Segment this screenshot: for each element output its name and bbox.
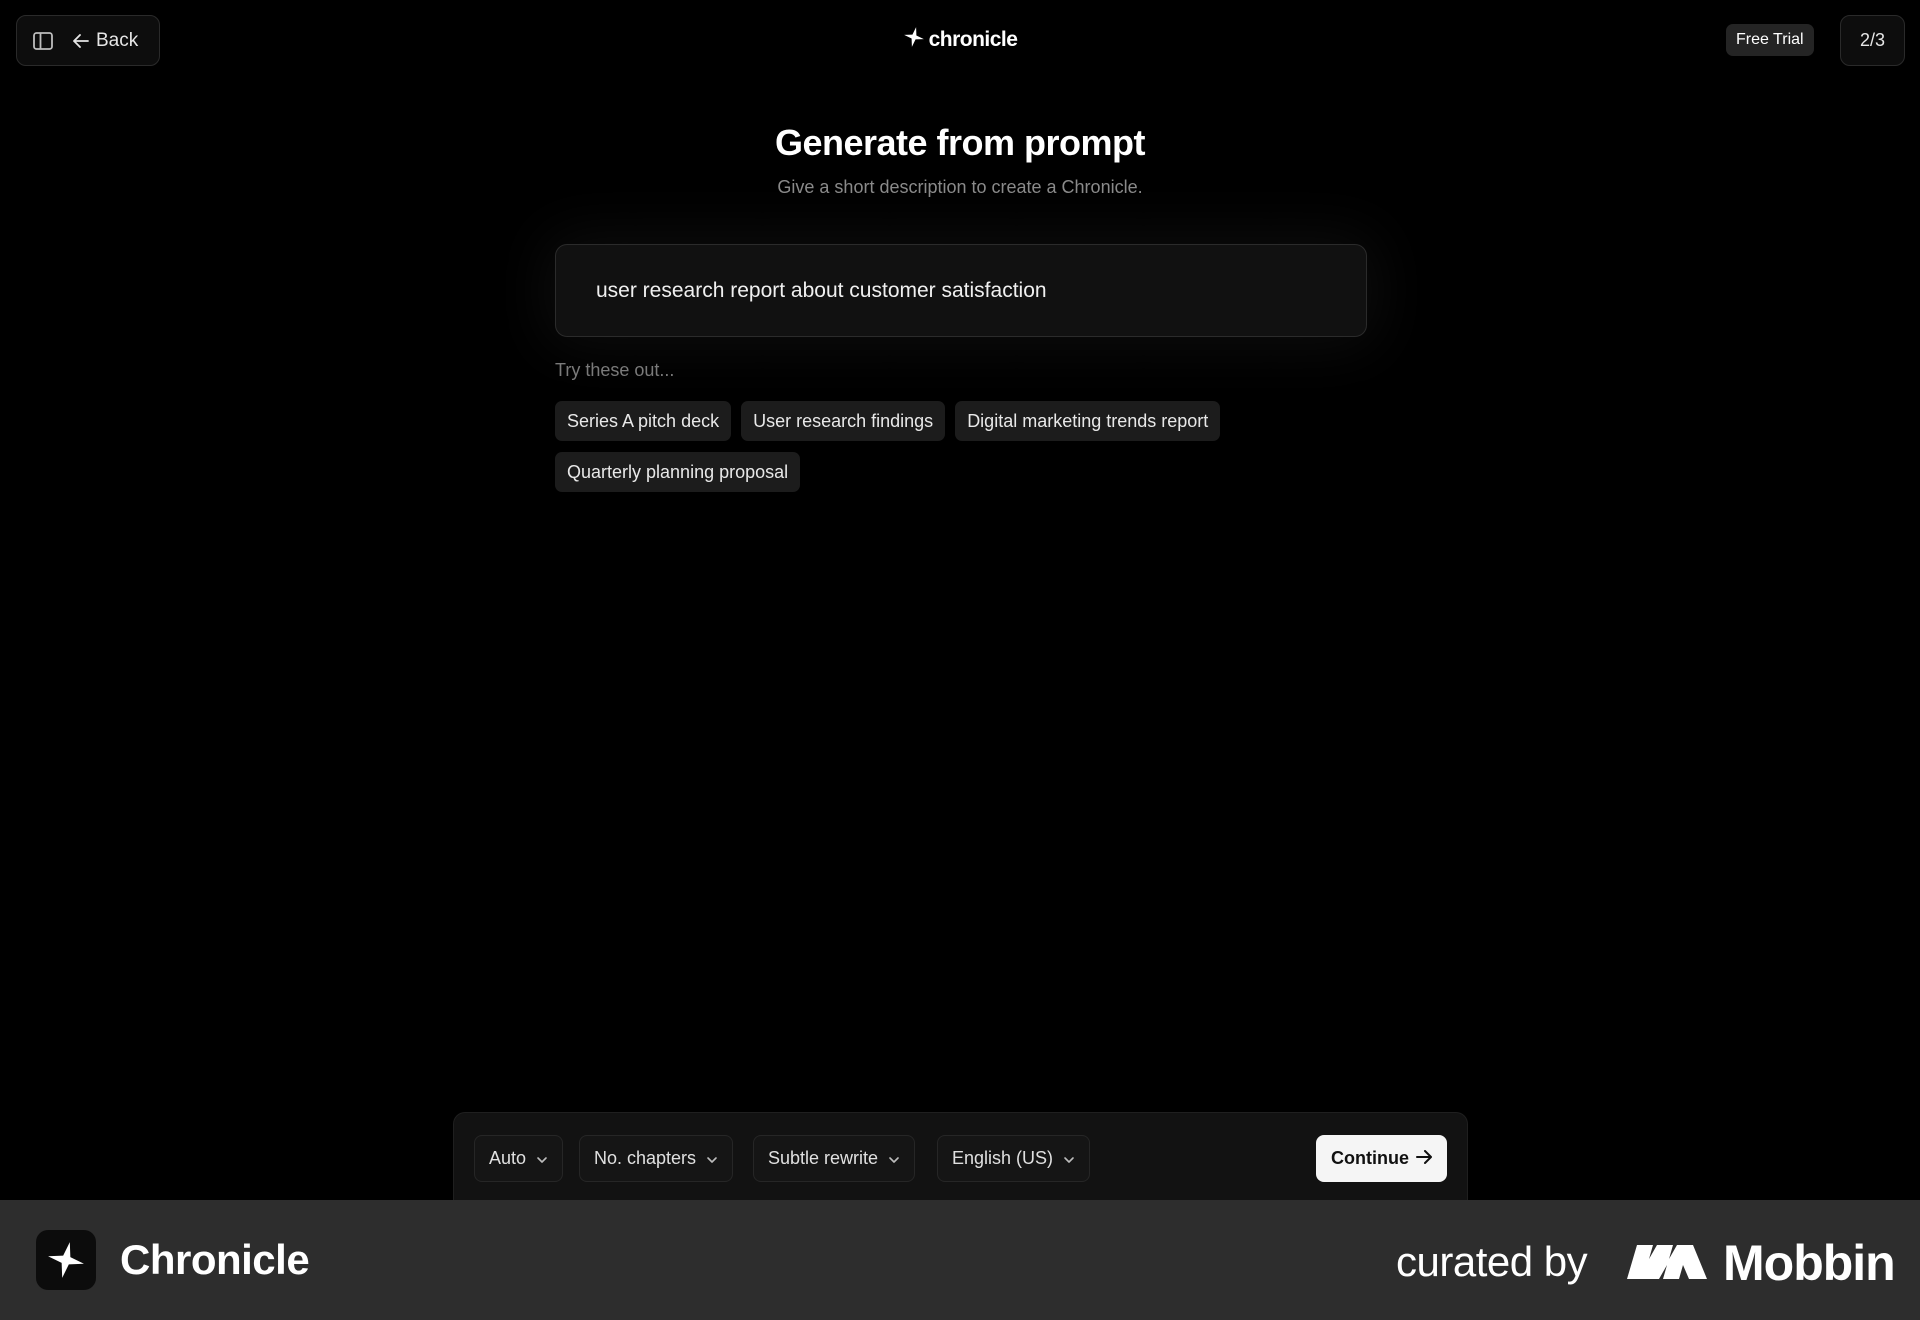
chapters-dropdown-label: No. chapters xyxy=(594,1148,697,1168)
chronicle-app-icon xyxy=(36,1230,96,1290)
suggestion-chip[interactable]: Quarterly planning proposal xyxy=(555,452,801,492)
language-dropdown[interactable]: English (US) xyxy=(937,1135,1091,1182)
mobbin-mark-icon xyxy=(1627,1241,1709,1286)
sparkle-icon xyxy=(903,26,925,54)
chevron-down-icon xyxy=(1063,1148,1075,1169)
continue-label: Continue xyxy=(1331,1148,1409,1168)
language-dropdown-label: English (US) xyxy=(952,1148,1054,1168)
back-label: Back xyxy=(96,29,139,51)
sidebar-toggle-icon[interactable] xyxy=(31,29,55,53)
arrow-left-icon xyxy=(73,33,89,48)
top-left-controls: Back xyxy=(16,15,160,66)
page-title: Generate from prompt xyxy=(774,122,1146,163)
curated-by-text: curated by xyxy=(1396,1238,1588,1285)
chapters-dropdown[interactable]: No. chapters xyxy=(579,1135,734,1182)
rewrite-dropdown[interactable]: Subtle rewrite xyxy=(753,1135,916,1182)
page-subtitle: Give a short description to create a Chr… xyxy=(777,177,1143,197)
chronicle-logo[interactable]: chronicle xyxy=(895,26,1025,54)
step-counter: 2/3 xyxy=(1840,15,1905,66)
mode-dropdown-label: Auto xyxy=(489,1148,527,1168)
suggestions-label: Try these out... xyxy=(555,360,675,380)
rewrite-dropdown-label: Subtle rewrite xyxy=(768,1148,879,1168)
chevron-down-icon xyxy=(706,1148,718,1169)
generation-options-bar: Auto No. chapters Subtle rewrite English… xyxy=(453,1112,1468,1200)
chevron-down-icon xyxy=(888,1148,900,1169)
suggestion-chip[interactable]: User research findings xyxy=(741,401,946,441)
mobbin-logo: Mobbin xyxy=(1627,1234,1896,1292)
suggestion-chip[interactable]: Digital marketing trends report xyxy=(955,401,1221,441)
suggestion-chips: Series A pitch deck User research findin… xyxy=(555,401,1315,492)
continue-button[interactable]: Continue xyxy=(1316,1135,1447,1182)
logo-text: chronicle xyxy=(928,28,1018,51)
chevron-down-icon xyxy=(536,1148,548,1169)
mobbin-name: Mobbin xyxy=(1723,1235,1896,1291)
free-trial-badge[interactable]: Free Trial xyxy=(1726,24,1814,56)
footer-banner: Chronicle curated by Mobbin xyxy=(0,1200,1920,1320)
footer-app-name: Chronicle xyxy=(120,1236,310,1283)
prompt-field-container xyxy=(555,244,1367,337)
prompt-input[interactable] xyxy=(556,245,1366,336)
mode-dropdown[interactable]: Auto xyxy=(474,1135,564,1182)
back-button[interactable]: Back xyxy=(73,30,138,52)
suggestion-chip[interactable]: Series A pitch deck xyxy=(555,401,732,441)
arrow-right-icon xyxy=(1416,1148,1432,1169)
